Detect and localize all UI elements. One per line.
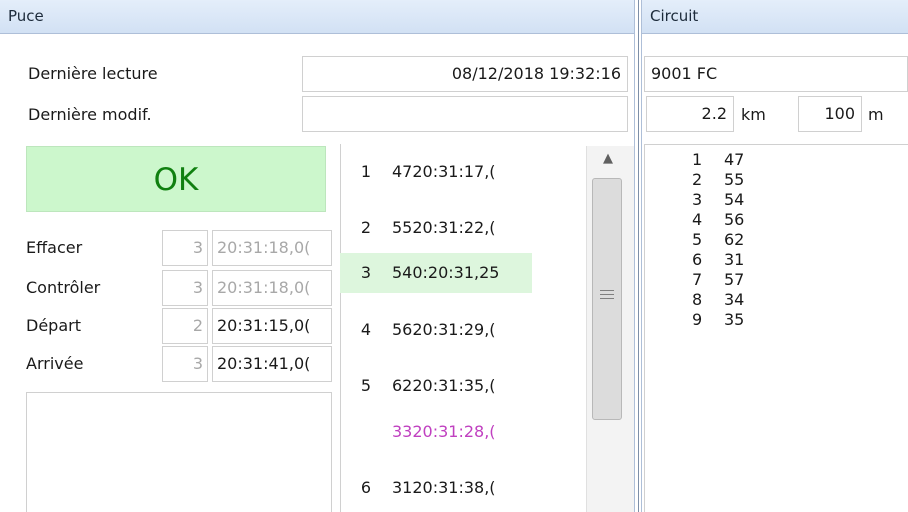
punch-list-item[interactable]: 3 540:20:31,25 bbox=[340, 253, 532, 293]
puce-row-time-field[interactable]: 20:31:41,0( bbox=[212, 346, 332, 382]
control-code: 62 bbox=[724, 230, 745, 249]
status-box: OK bbox=[26, 146, 326, 212]
punch-list-item[interactable]: 2 5520:31:22,( bbox=[340, 208, 532, 248]
control-code: 31 bbox=[724, 250, 745, 269]
control-code: 56 bbox=[724, 210, 745, 229]
notes-area[interactable] bbox=[26, 392, 332, 512]
grip-lines-icon bbox=[600, 290, 614, 299]
control-index: 6 bbox=[692, 250, 703, 269]
distance-unit-label: km bbox=[741, 105, 766, 124]
punch-index: 4 bbox=[360, 320, 372, 339]
circuit-panel-title: Circuit bbox=[642, 0, 908, 34]
control-index: 9 bbox=[692, 310, 703, 329]
puce-row-label: Contrôler bbox=[26, 278, 101, 297]
control-code: 35 bbox=[724, 310, 745, 329]
controls-list[interactable] bbox=[644, 144, 908, 512]
punch-list-item[interactable]: 6 3120:31:38,( bbox=[340, 468, 532, 508]
puce-row-number-field[interactable]: 3 bbox=[162, 270, 208, 306]
punch-list-item[interactable]: 1 4720:31:17,( bbox=[340, 152, 532, 192]
control-code: 57 bbox=[724, 270, 745, 289]
punch-list-item[interactable]: 5 6220:31:35,( bbox=[340, 366, 532, 406]
circuit-name-field[interactable]: 9001 FC bbox=[644, 56, 908, 92]
puce-row-number-field[interactable]: 2 bbox=[162, 308, 208, 344]
control-code: 34 bbox=[724, 290, 745, 309]
scrollbar-thumb[interactable] bbox=[592, 178, 622, 420]
punch-time: 3120:31:38,( bbox=[392, 478, 496, 497]
puce-row-label: Effacer bbox=[26, 238, 83, 257]
puce-row-number-field[interactable]: 3 bbox=[162, 230, 208, 266]
derniere-lecture-field[interactable]: 08/12/2018 19:32:16 bbox=[302, 56, 628, 92]
control-index: 4 bbox=[692, 210, 703, 229]
punch-index: 3 bbox=[360, 263, 372, 282]
control-index: 3 bbox=[692, 190, 703, 209]
control-index: 5 bbox=[692, 230, 703, 249]
punch-time: 4720:31:17,( bbox=[392, 162, 496, 181]
punch-index: 6 bbox=[360, 478, 372, 497]
puce-row-label: Départ bbox=[26, 316, 81, 335]
punch-index: 5 bbox=[360, 376, 372, 395]
puce-row-time-field[interactable]: 20:31:18,0( bbox=[212, 230, 332, 266]
punch-time: 6220:31:35,( bbox=[392, 376, 496, 395]
control-index: 2 bbox=[692, 170, 703, 189]
control-index: 7 bbox=[692, 270, 703, 289]
punch-list-item[interactable]: 3320:31:28,( bbox=[340, 412, 532, 452]
punch-time: 3320:31:28,( bbox=[392, 422, 496, 441]
punch-list-item[interactable]: 4 5620:31:29,( bbox=[340, 310, 532, 350]
punch-time: 5620:31:29,( bbox=[392, 320, 496, 339]
punch-time: 540:20:31,25 bbox=[392, 263, 500, 282]
puce-panel-title: Puce bbox=[0, 0, 634, 34]
control-index: 1 bbox=[692, 150, 703, 169]
climb-unit-label: m bbox=[868, 105, 884, 124]
derniere-modif-label: Dernière modif. bbox=[28, 105, 152, 124]
control-code: 55 bbox=[724, 170, 745, 189]
punch-index: 1 bbox=[360, 162, 372, 181]
arrow-up-icon[interactable]: ▲ bbox=[596, 148, 620, 172]
control-code: 54 bbox=[724, 190, 745, 209]
derniere-modif-field[interactable] bbox=[302, 96, 628, 132]
panel-splitter[interactable] bbox=[634, 0, 642, 512]
punch-index: 2 bbox=[360, 218, 372, 237]
puce-row-label: Arrivée bbox=[26, 354, 84, 373]
derniere-lecture-label: Dernière lecture bbox=[28, 64, 158, 83]
puce-row-number-field[interactable]: 3 bbox=[162, 346, 208, 382]
control-index: 8 bbox=[692, 290, 703, 309]
distance-field[interactable]: 2.2 bbox=[646, 96, 734, 132]
puce-row-time-field[interactable]: 20:31:18,0( bbox=[212, 270, 332, 306]
punch-time: 5520:31:22,( bbox=[392, 218, 496, 237]
climb-field[interactable]: 100 bbox=[798, 96, 862, 132]
control-code: 47 bbox=[724, 150, 745, 169]
puce-row-time-field[interactable]: 20:31:15,0( bbox=[212, 308, 332, 344]
